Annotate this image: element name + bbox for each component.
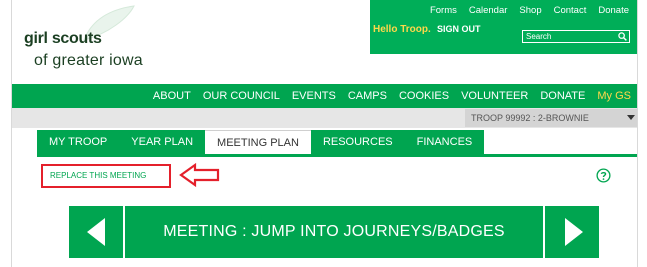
nav-item-donate[interactable]: DONATE bbox=[540, 90, 585, 102]
page-frame: girl scouts of greater iowa Forms Calend… bbox=[11, 0, 638, 267]
nav-item-my-gs[interactable]: My GS bbox=[597, 90, 631, 102]
chevron-right-icon bbox=[565, 218, 583, 246]
nav-item-camps[interactable]: CAMPS bbox=[348, 90, 387, 102]
tab-meeting-plan[interactable]: MEETING PLAN bbox=[205, 130, 311, 154]
search-input[interactable]: Search bbox=[522, 30, 630, 43]
troop-tabs: MY TROOP YEAR PLAN MEETING PLAN RESOURCE… bbox=[37, 130, 485, 154]
tab-year-plan[interactable]: YEAR PLAN bbox=[119, 130, 206, 154]
nav-item-cookies[interactable]: COOKIES bbox=[399, 90, 449, 102]
logo-text-girl-scouts[interactable]: girl scouts bbox=[24, 30, 102, 48]
annotation-arrow-icon bbox=[179, 162, 220, 188]
logo-text-council[interactable]: of greater iowa bbox=[34, 52, 143, 70]
utility-link-calendar[interactable]: Calendar bbox=[469, 5, 508, 16]
troop-bar: TROOP 99992 : 2-BROWNIE bbox=[12, 108, 637, 128]
next-meeting-button[interactable] bbox=[543, 206, 599, 258]
help-icon[interactable] bbox=[596, 168, 611, 183]
meeting-banner: MEETING : JUMP INTO JOURNEYS/BADGES bbox=[69, 206, 599, 258]
troop-select[interactable]: TROOP 99992 : 2-BROWNIE bbox=[465, 109, 637, 127]
chevron-down-icon[interactable] bbox=[627, 115, 635, 120]
tab-resources[interactable]: RESOURCES bbox=[310, 130, 405, 154]
utility-link-shop[interactable]: Shop bbox=[519, 5, 541, 16]
nav-item-about[interactable]: ABOUT bbox=[153, 90, 191, 102]
replace-meeting-link[interactable]: REPLACE THIS MEETING bbox=[50, 171, 146, 180]
meeting-title: MEETING : JUMP INTO JOURNEYS/BADGES bbox=[163, 223, 505, 240]
tab-finances[interactable]: FINANCES bbox=[404, 130, 485, 154]
utility-links: Forms Calendar Shop Contact Donate bbox=[430, 5, 629, 16]
greeting-text: Hello Troop. bbox=[373, 24, 431, 35]
chevron-left-icon bbox=[87, 218, 105, 246]
utility-link-forms[interactable]: Forms bbox=[430, 5, 457, 16]
utility-link-donate[interactable]: Donate bbox=[598, 5, 629, 16]
sign-out-link[interactable]: SIGN OUT bbox=[437, 24, 481, 34]
previous-meeting-button[interactable] bbox=[69, 206, 125, 258]
main-nav: ABOUT OUR COUNCIL EVENTS CAMPS COOKIES V… bbox=[12, 84, 637, 108]
nav-item-our-council[interactable]: OUR COUNCIL bbox=[203, 90, 280, 102]
nav-item-events[interactable]: EVENTS bbox=[292, 90, 336, 102]
nav-item-volunteer[interactable]: VOLUNTEER bbox=[461, 90, 528, 102]
utility-link-contact[interactable]: Contact bbox=[554, 5, 587, 16]
search-placeholder: Search bbox=[526, 32, 552, 41]
search-icon[interactable] bbox=[618, 32, 627, 41]
site-header: girl scouts of greater iowa Forms Calend… bbox=[12, 0, 637, 82]
tab-my-troop[interactable]: MY TROOP bbox=[37, 130, 120, 154]
troop-select-value: TROOP 99992 : 2-BROWNIE bbox=[471, 113, 589, 123]
tabs-underline bbox=[37, 154, 637, 157]
